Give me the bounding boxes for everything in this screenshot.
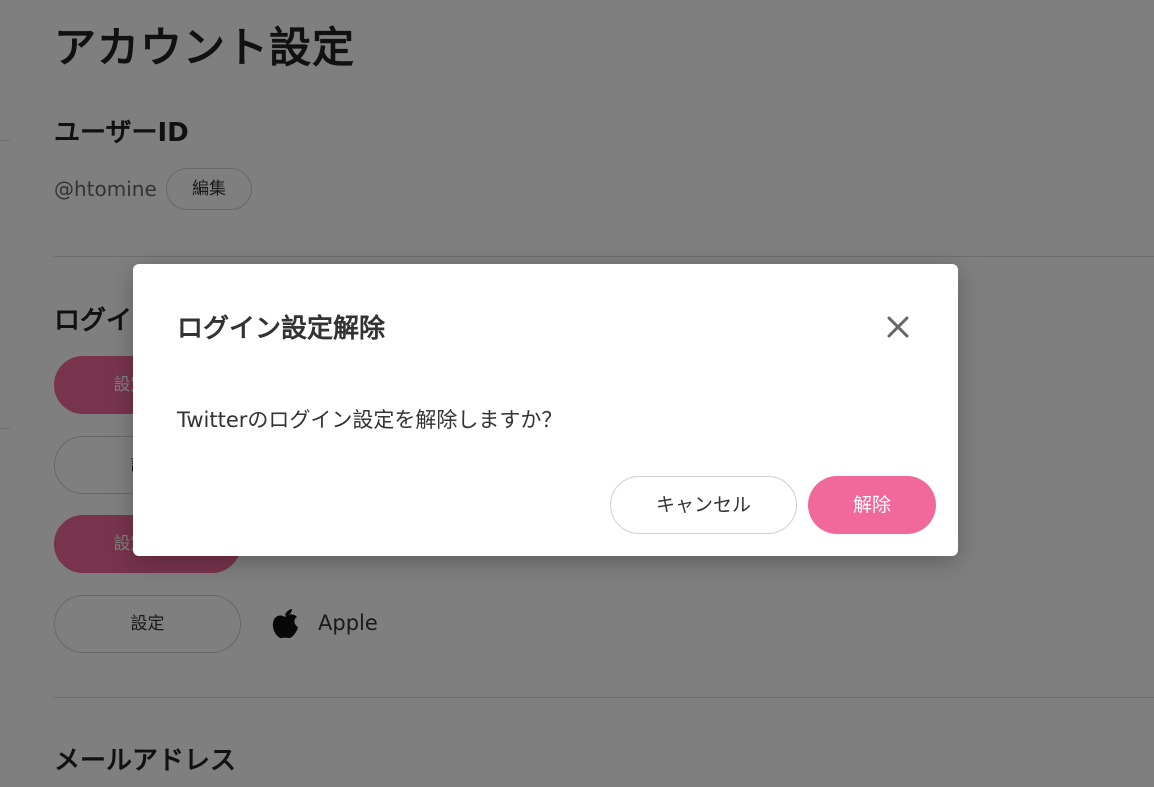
close-icon[interactable] [881,310,915,344]
dialog-message: Twitterのログイン設定を解除しますか？ [177,408,563,432]
cancel-button[interactable]: キャンセル [610,476,797,534]
dialog-title: ログイン設定解除 [177,314,386,344]
unlink-dialog: ログイン設定解除 Twitterのログイン設定を解除しますか？ キャンセル 解除 [133,264,958,556]
confirm-unlink-button[interactable]: 解除 [808,476,936,534]
